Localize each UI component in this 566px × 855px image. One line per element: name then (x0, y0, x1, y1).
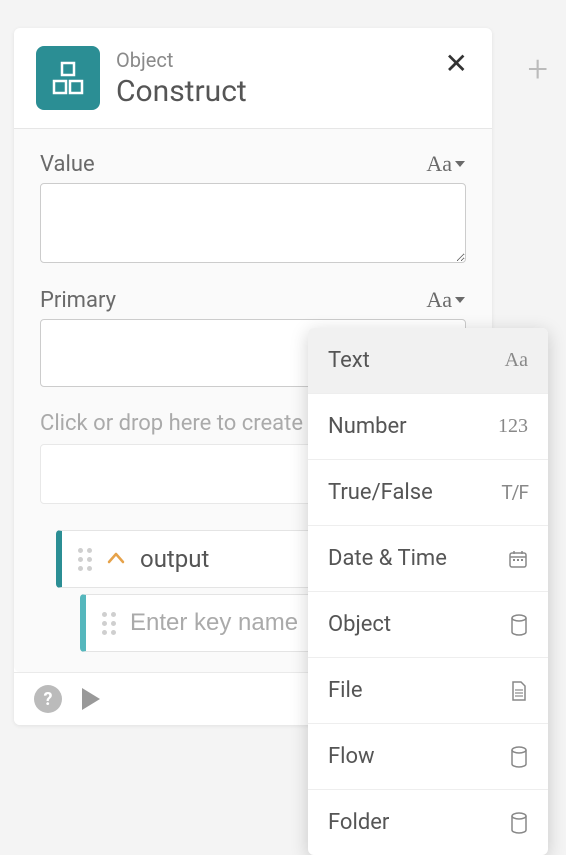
primary-type-glyph: Aa (426, 287, 452, 313)
flow-type-icon (510, 746, 528, 768)
help-button[interactable]: ? (34, 685, 62, 713)
type-label: Object (116, 48, 425, 72)
primary-type-selector[interactable]: Aa (426, 287, 466, 313)
dropdown-item-true-false[interactable]: True/False T/F (308, 460, 548, 526)
dropdown-item-label: Object (328, 612, 391, 637)
primary-label: Primary (40, 288, 116, 313)
dropdown-item-label: Flow (328, 744, 375, 769)
card-header: Object Construct ✕ (14, 28, 492, 128)
dropdown-item-label: File (328, 678, 363, 703)
dropdown-item-flow[interactable]: Flow (308, 724, 548, 790)
dropdown-item-folder[interactable]: Folder (308, 790, 548, 855)
date-time-type-icon (508, 549, 528, 569)
dropdown-item-file[interactable]: File (308, 658, 548, 724)
text-type-icon: Aa (505, 349, 528, 372)
true-false-type-icon: T/F (501, 481, 528, 504)
drag-handle-icon[interactable] (102, 612, 116, 635)
caret-down-icon (454, 159, 466, 169)
value-type-glyph: Aa (426, 151, 452, 177)
dropdown-item-label: Folder (328, 810, 389, 835)
value-type-selector[interactable]: Aa (426, 151, 466, 177)
file-type-icon (510, 680, 528, 702)
type-dropdown: Text Aa Number 123 True/False T/F Date & Time O… (308, 328, 548, 855)
caret-down-icon (454, 295, 466, 305)
dropdown-item-label: True/False (328, 480, 433, 505)
chevron-up-icon[interactable] (106, 549, 126, 569)
add-card-button[interactable]: + (528, 48, 548, 90)
dropdown-item-label: Number (328, 414, 407, 439)
dropdown-item-date-time[interactable]: Date & Time (308, 526, 548, 592)
object-type-icon (36, 46, 100, 110)
card-title: Construct (116, 74, 425, 109)
number-type-icon: 123 (498, 415, 528, 438)
dropdown-item-text[interactable]: Text Aa (308, 328, 548, 394)
object-type-icon (510, 614, 528, 636)
value-label: Value (40, 152, 95, 177)
close-button[interactable]: ✕ (441, 46, 472, 82)
run-button[interactable] (78, 686, 104, 712)
dropdown-item-label: Text (328, 348, 370, 373)
dropdown-item-number[interactable]: Number 123 (308, 394, 548, 460)
output-label: output (140, 545, 209, 573)
dropdown-item-object[interactable]: Object (308, 592, 548, 658)
folder-type-icon (510, 812, 528, 834)
drag-handle-icon[interactable] (78, 548, 92, 571)
value-input[interactable] (40, 183, 466, 263)
dropdown-item-label: Date & Time (328, 546, 447, 571)
